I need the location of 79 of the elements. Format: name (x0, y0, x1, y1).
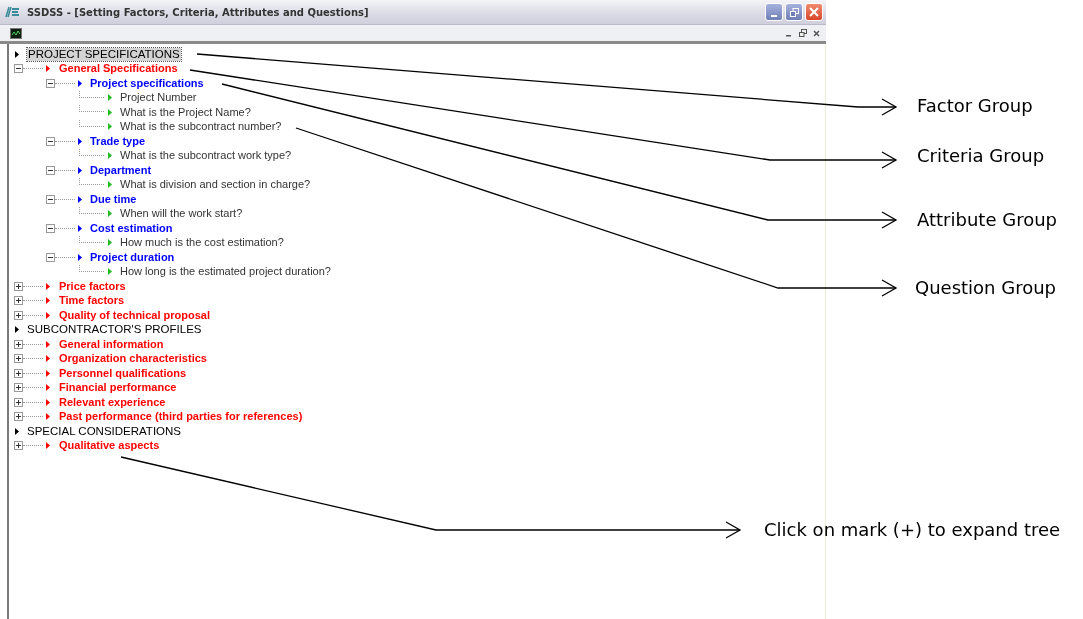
criteria-item[interactable]: Past performance (third parties for references) (59, 410, 303, 424)
restore-button[interactable] (797, 27, 808, 39)
triangle-icon (78, 224, 82, 232)
factor-item[interactable]: SPECIAL CONSIDERATIONS (27, 424, 181, 438)
attribute-item[interactable]: Trade type (90, 134, 146, 148)
criteria-item[interactable]: Price factors (59, 279, 126, 293)
collapse-toggle[interactable] (46, 194, 55, 204)
minimize-icon (771, 14, 777, 17)
factor-item[interactable]: PROJECT SPECIFICATIONS (27, 47, 181, 61)
criteria-item[interactable]: Relevant experience (59, 395, 166, 409)
collapse-toggle[interactable] (14, 64, 23, 74)
close-icon (809, 7, 819, 17)
expand-toggle[interactable] (14, 368, 23, 378)
question-item[interactable]: What is division and section in charge? (120, 178, 311, 192)
close-button[interactable] (805, 3, 823, 21)
attribute-item[interactable]: Project specifications (90, 76, 204, 90)
triangle-icon (78, 79, 82, 87)
attribute-item[interactable]: Department (90, 163, 152, 177)
question-item[interactable]: How long is the estimated project duration? (120, 265, 331, 279)
attribute-item[interactable]: Project duration (90, 250, 175, 264)
triangle-icon (108, 210, 112, 218)
callout-label: Attribute Group (917, 209, 1057, 230)
triangle-icon (15, 50, 19, 58)
triangle-icon (78, 166, 82, 174)
window-title: SSDSS - [Setting Factors, Criteria, Attributes and Questions] (27, 6, 369, 18)
criteria-item[interactable]: Financial performance (59, 381, 177, 395)
triangle-icon (108, 239, 112, 247)
expand-toggle[interactable] (14, 441, 23, 451)
collapse-toggle[interactable] (46, 136, 55, 146)
callout-label: Click on mark (+) to expand tree (764, 519, 1061, 540)
triangle-icon (108, 181, 112, 189)
triangle-icon (46, 65, 50, 73)
question-item[interactable]: What is the subcontract number? (120, 120, 282, 134)
close-button[interactable] (811, 27, 822, 39)
restore-button[interactable] (785, 3, 803, 21)
collapse-toggle[interactable] (46, 78, 55, 88)
question-item[interactable]: How much is the cost estimation? (120, 236, 284, 250)
expand-toggle[interactable] (14, 354, 23, 364)
question-item[interactable]: Project Number (120, 91, 197, 105)
collapse-toggle[interactable] (46, 223, 55, 233)
question-item[interactable]: When will the work start? (120, 207, 243, 221)
collapse-toggle[interactable] (46, 252, 55, 262)
expand-toggle[interactable] (14, 412, 23, 422)
criteria-item[interactable]: General Specifications (59, 62, 178, 76)
callout-label: Question Group (915, 277, 1057, 298)
chart-window-icon[interactable] (10, 27, 22, 39)
criteria-item[interactable]: Organization characteristics (59, 352, 207, 366)
triangle-icon (108, 268, 112, 276)
criteria-item[interactable]: Quality of technical proposal (59, 308, 210, 322)
triangle-icon (78, 253, 82, 261)
triangle-icon (78, 137, 82, 145)
triangle-icon (108, 152, 112, 160)
criteria-item[interactable]: Time factors (59, 294, 125, 308)
criteria-item[interactable]: General information (59, 337, 164, 351)
triangle-icon (46, 442, 50, 450)
attribute-item[interactable]: Due time (90, 192, 137, 206)
attribute-item[interactable]: Cost estimation (90, 221, 173, 235)
factor-item[interactable]: SUBCONTRACTOR'S PROFILES (27, 323, 202, 337)
expand-toggle[interactable] (14, 383, 23, 393)
triangle-icon (78, 195, 82, 203)
expand-toggle[interactable] (14, 310, 23, 320)
triangle-icon (15, 326, 19, 334)
collapse-toggle[interactable] (46, 165, 55, 175)
app-logo-icon (5, 6, 19, 18)
question-item[interactable]: What is the subcontract work type? (120, 149, 292, 163)
triangle-icon (15, 427, 19, 435)
expand-toggle[interactable] (14, 296, 23, 306)
question-item[interactable]: What is the Project Name? (120, 105, 251, 119)
expand-toggle[interactable] (14, 281, 23, 291)
callout-label: Factor Group (917, 95, 1033, 116)
minimize-button[interactable] (765, 3, 783, 21)
criteria-item[interactable]: Personnel qualifications (59, 366, 187, 380)
restore-icon (789, 7, 799, 17)
expand-toggle[interactable] (14, 339, 23, 349)
expand-toggle[interactable] (14, 397, 23, 407)
criteria-item[interactable]: Qualitative aspects (59, 439, 160, 453)
close-icon (813, 29, 820, 37)
callout-label: Criteria Group (917, 145, 1045, 166)
restore-icon (798, 29, 807, 37)
